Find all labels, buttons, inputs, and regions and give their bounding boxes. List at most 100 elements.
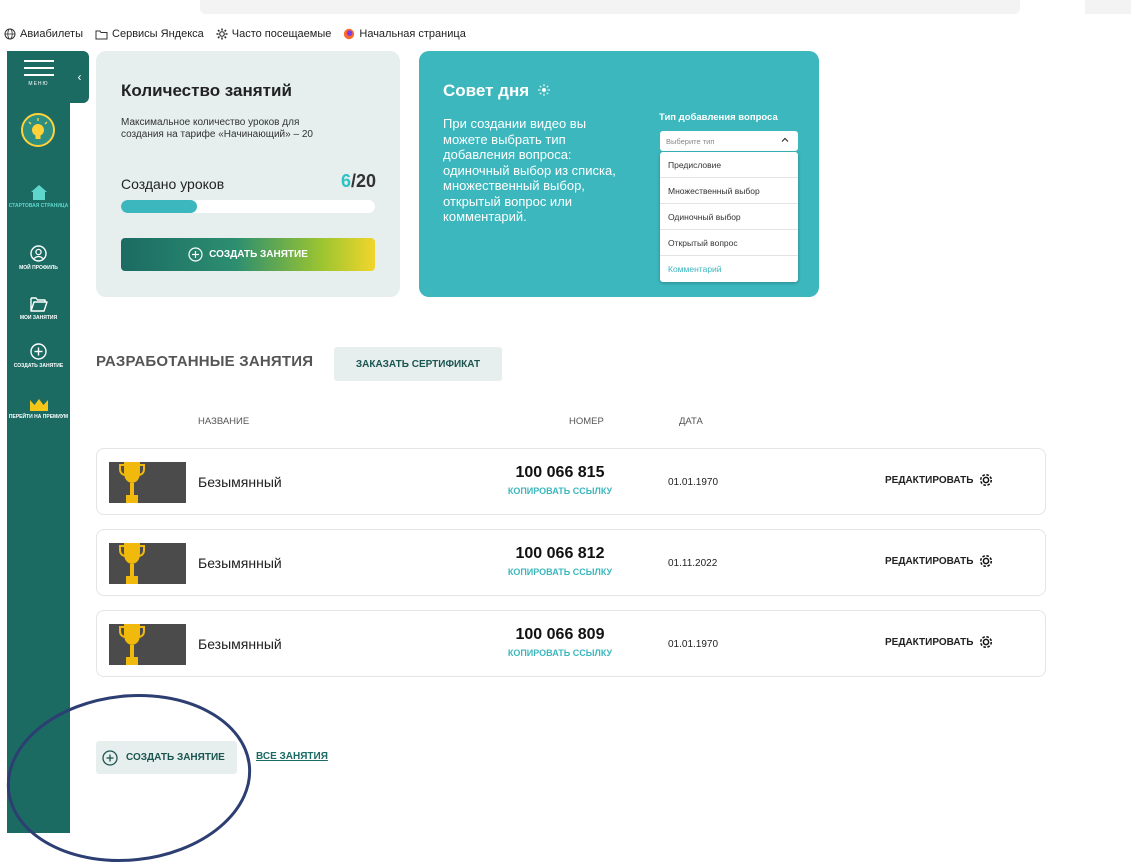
sidebar-item-label: СТАРТОВАЯ СТРАНИЦА xyxy=(8,203,69,209)
lesson-date: 01.01.1970 xyxy=(668,477,719,488)
edit-button[interactable]: РЕДАКТИРОВАТЬ xyxy=(885,634,994,650)
option-single-choice[interactable]: Одиночный выбор xyxy=(660,204,798,230)
menu-button[interactable]: МЕНЮ xyxy=(7,55,70,87)
sidebar-item-my-profile[interactable]: МОЙ ПРОФИЛЬ xyxy=(7,245,70,271)
order-certificate-button[interactable]: ЗАКАЗАТЬ СЕРТИФИКАТ xyxy=(334,347,502,381)
create-lesson-bottom-button[interactable]: СОЗДАТЬ ЗАНЯТИЕ xyxy=(96,741,237,774)
trophy-icon xyxy=(119,624,145,665)
address-bar[interactable] xyxy=(200,0,1020,14)
edit-label: РЕДАКТИРОВАТЬ xyxy=(885,636,974,648)
gear-icon xyxy=(980,473,993,487)
trophy-icon xyxy=(119,462,145,503)
lesson-number: 100 066 809 xyxy=(515,626,605,643)
sidebar-collapse-toggle[interactable]: ‹ xyxy=(70,51,89,103)
sidebar: МЕНЮ СТАРТОВАЯ СТРАНИЦА МОЙ ПРОФИЛЬ МОИ … xyxy=(7,51,70,833)
create-lesson-label: СОЗДАТЬ ЗАНЯТИЕ xyxy=(126,752,225,763)
card-title: Количество занятий xyxy=(121,81,292,100)
all-lessons-link[interactable]: ВСЕ ЗАНЯТИЯ xyxy=(256,751,328,762)
profile-icon xyxy=(30,245,47,262)
lesson-date: 01.01.1970 xyxy=(668,639,719,650)
lesson-number: 100 066 812 xyxy=(515,545,605,562)
bookmark-start-page[interactable]: Начальная страница xyxy=(343,28,466,40)
gear-icon xyxy=(980,635,993,649)
question-type-select[interactable]: Выберите тип xyxy=(660,131,798,151)
lesson-thumbnail xyxy=(109,624,186,665)
edit-button[interactable]: РЕДАКТИРОВАТЬ xyxy=(885,553,994,569)
gear-icon xyxy=(980,554,993,568)
plus-circle-icon xyxy=(188,247,203,262)
column-header-date: ДАТА xyxy=(679,416,703,427)
bookmarks-bar: Авиабилеты Сервисы Яндекса Часто посещае… xyxy=(0,24,1131,44)
menu-label: МЕНЮ xyxy=(28,81,49,87)
lesson-number: 100 066 815 xyxy=(515,464,605,481)
sidebar-item-my-lessons[interactable]: МОИ ЗАНЯТИЯ xyxy=(7,297,70,321)
option-multiple-choice[interactable]: Множественный выбор xyxy=(660,178,798,204)
select-placeholder: Выберите тип xyxy=(666,136,715,146)
bookmark-aviatickets[interactable]: Авиабилеты xyxy=(4,28,83,40)
home-icon xyxy=(30,185,47,200)
globe-icon xyxy=(4,28,16,40)
bookmark-yandex-services[interactable]: Сервисы Яндекса xyxy=(95,28,204,40)
lessons-count-card: Количество занятий Максимальное количест… xyxy=(96,51,400,297)
tip-of-the-day-card: Совет дня При создании видео вы можете в… xyxy=(419,51,819,297)
sidebar-item-label: СОЗДАТЬ ЗАНЯТИЕ xyxy=(13,363,64,369)
crown-icon xyxy=(29,399,48,411)
gear-icon xyxy=(216,28,228,40)
folder-open-icon xyxy=(29,297,48,312)
sidebar-item-go-premium[interactable]: ПЕРЕЙТИ НА ПРЕМИУМ xyxy=(7,398,70,420)
sidebar-item-start-page[interactable]: СТАРТОВАЯ СТРАНИЦА xyxy=(7,185,70,209)
created-lessons-label: Создано уроков xyxy=(121,176,225,192)
lessons-progress-bar xyxy=(121,200,375,213)
created-count-value: 6 xyxy=(340,171,351,191)
folder-icon xyxy=(95,30,108,39)
hamburger-icon xyxy=(23,60,54,76)
question-type-label: Тип добавления вопроса xyxy=(659,112,778,123)
option-open-question[interactable]: Открытый вопрос xyxy=(660,230,798,256)
browser-address-bar-strip xyxy=(0,0,1131,20)
browser-toolbar-right xyxy=(1085,0,1131,14)
chevron-up-icon xyxy=(781,137,789,142)
edit-label: РЕДАКТИРОВАТЬ xyxy=(885,555,974,567)
lesson-name: Безымянный xyxy=(198,474,282,490)
max-count-value: /20 xyxy=(350,171,376,191)
section-title: РАЗРАБОТАННЫЕ ЗАНЯТИЯ xyxy=(96,353,314,370)
bookmark-label: Начальная страница xyxy=(359,28,466,40)
option-comment[interactable]: Комментарий xyxy=(660,256,798,282)
sun-icon xyxy=(537,84,550,96)
tip-title-text: Совет дня xyxy=(443,81,530,100)
edit-button[interactable]: РЕДАКТИРОВАТЬ xyxy=(885,472,994,488)
question-type-options: Предисловие Множественный выбор Одиночны… xyxy=(660,152,798,282)
create-lesson-label: СОЗДАТЬ ЗАНЯТИЕ xyxy=(209,249,308,260)
chevron-left-icon: ‹ xyxy=(77,70,82,84)
column-header-name: НАЗВАНИЕ xyxy=(198,416,250,427)
column-header-number: НОМЕР xyxy=(569,416,604,427)
table-row: Безымянный 100 066 809 КОПИРОВАТЬ ССЫЛКУ… xyxy=(96,610,1046,677)
copy-link-button[interactable]: КОПИРОВАТЬ ССЫЛКУ xyxy=(495,486,625,496)
firefox-icon xyxy=(344,28,355,40)
table-row: Безымянный 100 066 812 КОПИРОВАТЬ ССЫЛКУ… xyxy=(96,529,1046,596)
copy-link-button[interactable]: КОПИРОВАТЬ ССЫЛКУ xyxy=(495,648,625,658)
tip-text: При создании видео вы можете выбрать тип… xyxy=(443,116,616,224)
plus-circle-icon xyxy=(30,343,47,360)
bookmark-most-visited[interactable]: Часто посещаемые xyxy=(216,28,332,40)
lesson-date: 01.11.2022 xyxy=(668,558,718,569)
bookmark-label: Авиабилеты xyxy=(20,28,84,40)
logo-bulb-icon xyxy=(21,113,55,147)
lesson-thumbnail xyxy=(109,462,186,503)
sidebar-item-label: ПЕРЕЙТИ НА ПРЕМИУМ xyxy=(8,414,69,420)
progress-fill xyxy=(121,200,198,213)
option-preface[interactable]: Предисловие xyxy=(660,152,798,178)
card-title: Совет дня xyxy=(443,81,550,101)
tariff-description: Максимальное количество уроков для созда… xyxy=(121,117,313,140)
create-lesson-button[interactable]: СОЗДАТЬ ЗАНЯТИЕ xyxy=(121,238,375,271)
plus-circle-icon xyxy=(102,749,118,766)
copy-link-button[interactable]: КОПИРОВАТЬ ССЫЛКУ xyxy=(495,567,625,577)
created-lessons-count: 6/20 xyxy=(341,171,376,192)
trophy-icon xyxy=(119,543,145,584)
sidebar-item-label: МОИ ЗАНЯТИЯ xyxy=(19,315,58,321)
bookmark-label: Часто посещаемые xyxy=(231,28,332,40)
sidebar-item-create-lesson[interactable]: СОЗДАТЬ ЗАНЯТИЕ xyxy=(7,343,70,369)
lesson-thumbnail xyxy=(109,543,186,584)
bookmark-label: Сервисы Яндекса xyxy=(112,28,204,40)
lesson-name: Безымянный xyxy=(198,636,282,652)
